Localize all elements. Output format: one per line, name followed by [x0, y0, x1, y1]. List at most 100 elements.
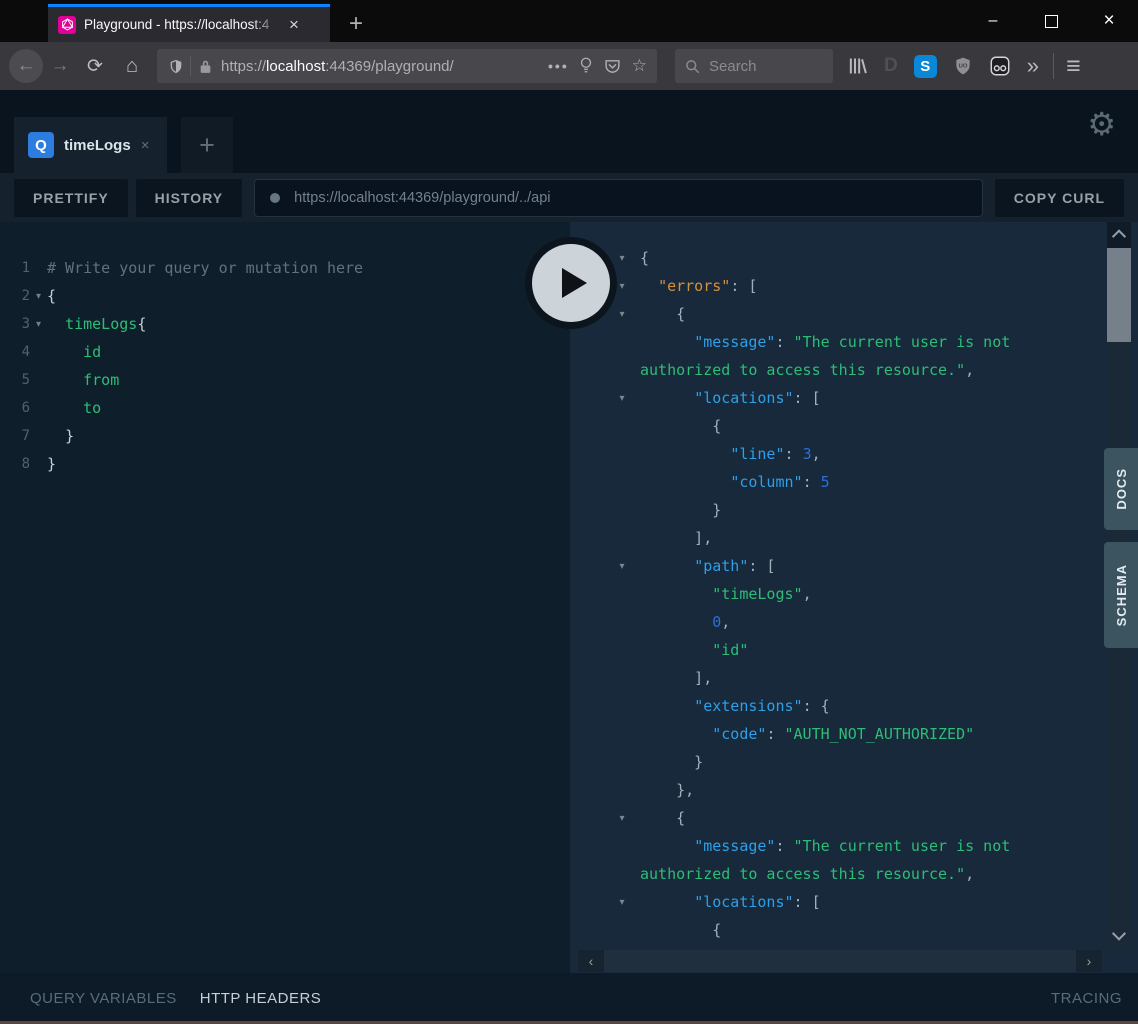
code-text: "errors": [ — [640, 272, 757, 300]
home-button[interactable]: ⌂ — [113, 55, 151, 78]
playground-new-tab-button[interactable]: + — [181, 117, 233, 173]
code-line: 3▾ timeLogs{ — [0, 310, 570, 338]
url-bar[interactable]: https://localhost:44369/playground/ ••• … — [157, 49, 657, 83]
response-line: "line": 3, — [570, 440, 1138, 468]
fold-arrow-icon[interactable]: ▾ — [30, 319, 47, 330]
schema-tab[interactable]: SCHEMA — [1104, 542, 1138, 648]
code-text: { — [640, 916, 721, 944]
code-line: 1# Write your query or mutation here — [0, 254, 570, 282]
overflow-chevron-icon[interactable]: » — [1027, 53, 1039, 79]
code-text: timeLogs{ — [47, 310, 146, 338]
browser-window: Playground - https://localhost:4 × + – ×… — [0, 0, 1138, 1024]
copy-curl-button[interactable]: COPY CURL — [995, 179, 1124, 217]
response-line: ▾{ — [570, 244, 1138, 272]
query-variables-tab[interactable]: QUERY VARIABLES — [30, 990, 177, 1007]
playground-toolbar: PRETTIFY HISTORY https://localhost:44369… — [0, 173, 1138, 222]
code-text: from — [47, 366, 119, 394]
minimize-button[interactable]: – — [964, 0, 1022, 48]
code-text: { — [640, 412, 721, 440]
fold-arrow-icon[interactable]: ▾ — [610, 309, 634, 320]
scroll-left-button[interactable]: ‹ — [578, 950, 604, 972]
page-actions-icon[interactable]: ••• — [548, 58, 569, 74]
scroll-right-button[interactable]: › — [1076, 950, 1102, 972]
svg-text:UO: UO — [958, 64, 967, 70]
playground-tab-label: timeLogs — [64, 137, 131, 154]
horizontal-scrollbar[interactable]: ‹ › — [578, 950, 1102, 972]
close-window-button[interactable]: × — [1080, 0, 1138, 42]
code-line: 6 to — [0, 394, 570, 422]
settings-gear-icon[interactable]: ⚙ — [1087, 108, 1116, 140]
code-text: "code": "AUTH_NOT_AUTHORIZED" — [640, 720, 974, 748]
url-text: https://localhost:44369/playground/ — [221, 58, 454, 75]
fold-arrow-icon[interactable]: ▾ — [610, 561, 634, 572]
prettify-button[interactable]: PRETTIFY — [14, 179, 128, 217]
vertical-scrollbar-thumb[interactable] — [1107, 248, 1131, 342]
response-line: "id" — [570, 636, 1138, 664]
search-bar[interactable] — [675, 49, 833, 83]
highlights-bulb-icon[interactable] — [579, 57, 593, 75]
response-line: ], — [570, 524, 1138, 552]
response-line: { — [570, 412, 1138, 440]
pocket-icon[interactable] — [604, 58, 621, 75]
code-text: id — [47, 338, 101, 366]
fold-arrow-icon[interactable]: ▾ — [610, 813, 634, 824]
http-headers-tab[interactable]: HTTP HEADERS — [200, 990, 322, 1007]
search-input[interactable] — [707, 57, 811, 76]
maximize-button[interactable] — [1022, 0, 1080, 42]
response-line: "timeLogs", — [570, 580, 1138, 608]
history-button[interactable]: HISTORY — [136, 179, 242, 217]
code-text: } — [47, 422, 74, 450]
response-line: ▾ "path": [ — [570, 552, 1138, 580]
query-editor[interactable]: 1# Write your query or mutation here2▾{3… — [0, 222, 570, 973]
query-badge: Q — [28, 132, 54, 158]
response-line: }, — [570, 776, 1138, 804]
browser-tab-title: Playground - https://localhost:4 — [84, 17, 280, 32]
tracking-shield-icon[interactable] — [168, 58, 184, 75]
menu-icon[interactable]: ≡ — [1066, 52, 1081, 81]
window-controls: – × — [964, 0, 1138, 42]
playground-app: Q timeLogs × + ⚙ PRETTIFY HISTORY https:… — [0, 90, 1138, 1024]
code-text: } — [640, 748, 703, 776]
new-browser-tab-button[interactable]: + — [338, 10, 374, 38]
response-line: authorized to access this resource.", — [570, 356, 1138, 384]
skype-extension-icon[interactable]: S — [914, 55, 937, 78]
code-text: ], — [640, 524, 712, 552]
browser-tab[interactable]: Playground - https://localhost:4 × — [48, 4, 330, 42]
response-line: ▾ "locations": [ — [570, 888, 1138, 916]
tab-close-icon[interactable]: × — [282, 15, 306, 35]
goggles-extension-icon[interactable] — [989, 55, 1011, 77]
code-line: 7 } — [0, 422, 570, 450]
fold-arrow-icon[interactable]: ▾ — [610, 253, 634, 264]
scroll-up-button[interactable] — [1107, 222, 1131, 248]
extension-d-icon[interactable]: D — [884, 55, 898, 77]
playground-tab-close-icon[interactable]: × — [141, 137, 150, 154]
code-text: "line": 3, — [640, 440, 821, 468]
fold-arrow-icon[interactable]: ▾ — [30, 291, 47, 302]
response-line: "extensions": { — [570, 692, 1138, 720]
reload-button[interactable]: ⟳ — [77, 55, 113, 78]
titlebar: Playground - https://localhost:4 × + – × — [0, 0, 1138, 42]
fold-arrow-icon[interactable]: ▾ — [610, 897, 634, 908]
scroll-down-button[interactable] — [1107, 922, 1131, 948]
ublock-shield-icon[interactable]: UO — [953, 56, 973, 76]
endpoint-input[interactable]: https://localhost:44369/playground/../ap… — [254, 179, 983, 217]
lock-icon[interactable] — [199, 59, 212, 74]
response-line: } — [570, 748, 1138, 776]
code-text: { — [47, 282, 56, 310]
navigation-toolbar: ← → ⟳ ⌂ https://localhost:44369/playgrou… — [0, 42, 1138, 90]
fold-arrow-icon[interactable]: ▾ — [610, 393, 634, 404]
back-button[interactable]: ← — [9, 49, 43, 83]
bookmark-star-icon[interactable]: ☆ — [632, 56, 647, 76]
docs-tab[interactable]: DOCS — [1104, 448, 1138, 530]
tracing-tab[interactable]: TRACING — [1051, 990, 1122, 1007]
response-line: authorized to access this resource.", — [570, 860, 1138, 888]
forward-button[interactable]: → — [43, 55, 77, 77]
execute-query-button[interactable] — [525, 237, 617, 329]
library-icon[interactable] — [847, 56, 868, 76]
code-text: 0, — [640, 608, 730, 636]
playground-tab-timelogs[interactable]: Q timeLogs × — [14, 117, 167, 173]
chevron-down-icon — [1112, 927, 1126, 941]
chevron-up-icon — [1112, 229, 1126, 243]
code-text: } — [47, 450, 56, 478]
search-icon — [685, 59, 700, 74]
